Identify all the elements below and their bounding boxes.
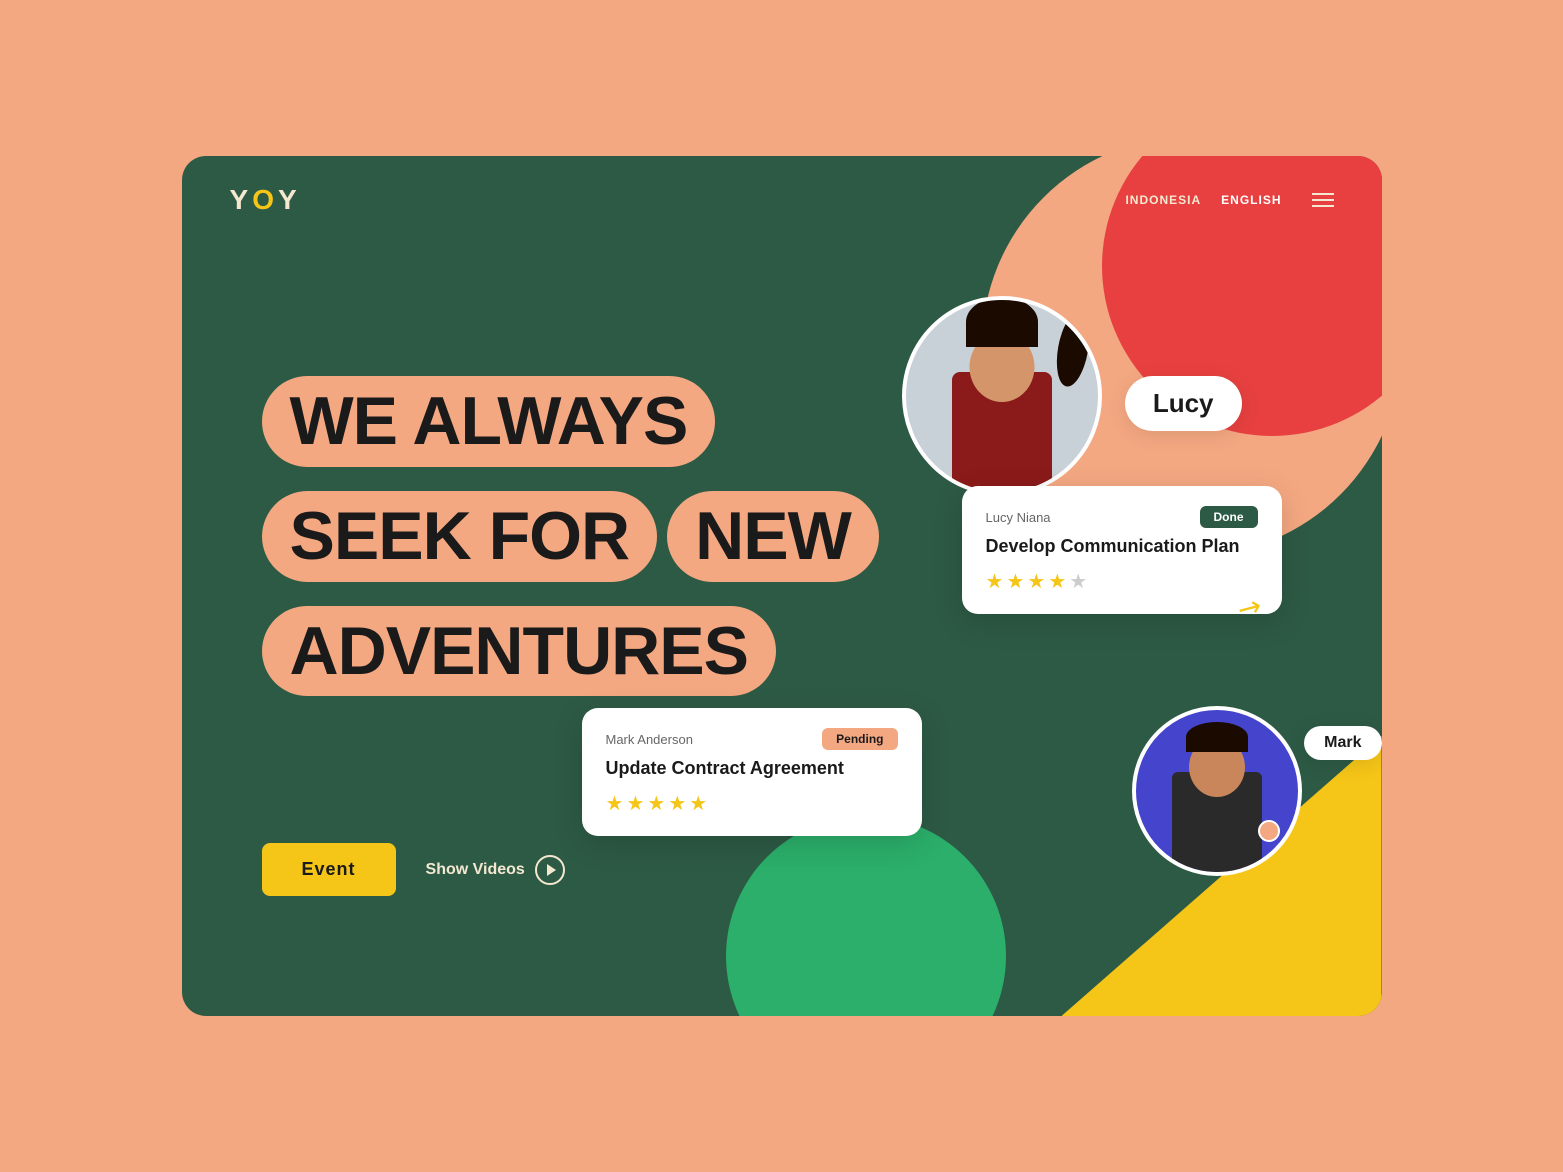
hero-line-1: WE ALWAYS (262, 376, 716, 467)
lucy-task-header: Lucy Niana Done (986, 506, 1258, 528)
event-button[interactable]: Event (262, 843, 396, 896)
navbar: YOY INDONESIA ENGLISH (182, 156, 1382, 244)
star-2: ★ (1006, 569, 1024, 594)
logo-y2: Y (278, 184, 301, 215)
mark-star-5: ★ (689, 791, 707, 816)
star-3: ★ (1027, 569, 1045, 594)
lang-english[interactable]: ENGLISH (1221, 193, 1281, 207)
mark-task-card: Mark Anderson Pending Update Contract Ag… (582, 708, 922, 836)
hamburger-line-2 (1312, 199, 1334, 201)
lucy-task-card: Lucy Niana Done Develop Communication Pl… (962, 486, 1282, 614)
show-videos-label: Show Videos (426, 861, 525, 879)
mark-star-1: ★ (606, 791, 624, 816)
mark-avatar (1132, 706, 1302, 876)
mark-stars: ★ ★ ★ ★ ★ (606, 791, 898, 816)
mark-star-2: ★ (626, 791, 644, 816)
hero-line-2a: SEEK FOR (262, 491, 658, 582)
lucy-task-badge: Done (1200, 506, 1258, 528)
play-icon (535, 855, 565, 885)
lucy-area: Lucy (902, 296, 1102, 496)
hamburger-line-3 (1312, 205, 1334, 207)
star-1: ★ (986, 569, 1004, 594)
main-card: YOY INDONESIA ENGLISH WE ALWAYS SEEK FOR… (182, 156, 1382, 1016)
mark-star-4: ★ (668, 791, 686, 816)
logo-y1: Y (230, 184, 253, 215)
hamburger-menu[interactable] (1312, 193, 1334, 207)
lucy-task-title: Develop Communication Plan (986, 536, 1258, 557)
nav-right: INDONESIA ENGLISH (1125, 193, 1333, 207)
lucy-task-person: Lucy Niana (986, 510, 1051, 525)
bg-arc-green (726, 816, 1006, 1016)
logo: YOY (230, 184, 301, 216)
mark-task-title: Update Contract Agreement (606, 758, 898, 779)
star-4: ★ (1048, 569, 1066, 594)
mark-badge-dot (1258, 820, 1280, 842)
lucy-name-badge: Lucy (1125, 376, 1242, 431)
hamburger-line-1 (1312, 193, 1334, 195)
mark-task-badge: Pending (822, 728, 897, 750)
lucy-avatar (902, 296, 1102, 496)
mark-name-badge: Mark (1304, 726, 1381, 760)
lucy-stars: ★ ★ ★ ★ ★ (986, 569, 1258, 594)
hero-line-2b: NEW (667, 491, 879, 582)
hero-text: WE ALWAYS SEEK FOR NEW ADVENTURES (262, 376, 879, 708)
mark-task-header: Mark Anderson Pending (606, 728, 898, 750)
mark-task-person: Mark Anderson (606, 732, 693, 747)
lang-indonesia[interactable]: INDONESIA (1125, 193, 1201, 207)
show-videos-button[interactable]: Show Videos (426, 855, 565, 885)
buttons-area: Event Show Videos (262, 843, 565, 896)
mark-star-3: ★ (647, 791, 665, 816)
star-5: ★ (1069, 569, 1087, 594)
logo-o: O (252, 184, 278, 215)
mark-area: Mark (1132, 706, 1302, 876)
hero-line-3: ADVENTURES (262, 606, 777, 697)
